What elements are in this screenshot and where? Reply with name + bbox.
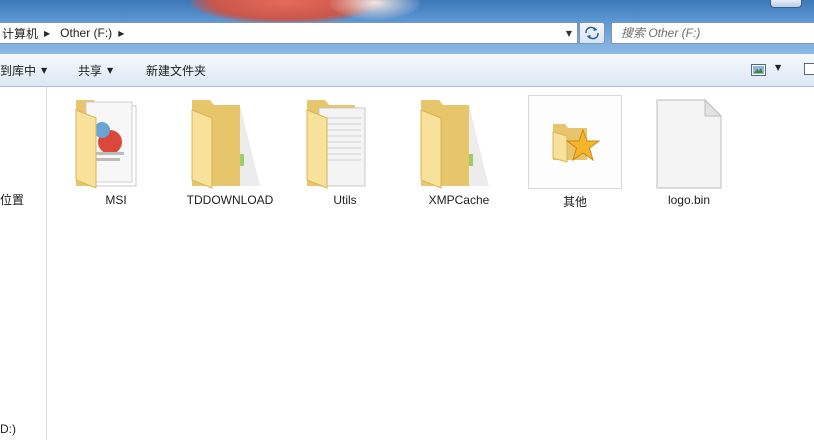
file-name: TDDOWNLOAD <box>186 193 274 207</box>
address-history-dropdown[interactable]: ▼ <box>561 23 577 43</box>
chevron-right-icon[interactable]: ▶ <box>118 29 124 38</box>
refresh-button[interactable] <box>579 22 605 44</box>
folder-with-documents-icon <box>75 100 137 189</box>
command-bar: 到库中 ▼ 共享 ▼ 新建文件夹 ▼ <box>0 54 814 87</box>
file-name: XMPCache <box>428 193 490 207</box>
view-icon <box>750 63 766 76</box>
nav-item-drive-d[interactable]: D:) <box>0 422 16 436</box>
change-view-button[interactable] <box>750 63 766 76</box>
chevron-down-icon: ▼ <box>565 28 573 38</box>
thumbnail-frame <box>528 95 622 189</box>
chevron-down-icon: ▼ <box>41 65 48 75</box>
navigation-pane[interactable]: 位置 D:) <box>0 87 47 440</box>
view-options-dropdown-icon[interactable]: ▼ <box>775 63 781 72</box>
folder-with-paper-icon <box>306 100 366 189</box>
folder-icon <box>420 100 489 189</box>
share-label: 共享 <box>78 63 103 78</box>
breadcrumb-label: Other (F:) <box>60 26 113 40</box>
breadcrumb-drive[interactable]: Other (F:) ▶ <box>58 23 132 43</box>
file-item-xmpcache[interactable]: XMPCache <box>410 94 508 212</box>
maximize-button[interactable] <box>770 0 802 8</box>
file-item-logo-bin[interactable]: logo.bin <box>640 94 738 212</box>
new-folder-button[interactable]: 新建文件夹 <box>146 54 206 86</box>
search-box[interactable] <box>611 22 814 44</box>
refresh-icon <box>585 26 599 40</box>
file-name: MSI <box>105 193 127 207</box>
file-name: Utils <box>333 193 357 207</box>
file-name: logo.bin <box>667 193 711 207</box>
file-name: 其他 <box>562 195 587 209</box>
breadcrumb-computer[interactable]: 计算机 ▶ <box>0 23 58 43</box>
share-button[interactable]: 共享 ▼ <box>78 54 113 86</box>
file-list[interactable]: MSI TDDOWNLOAD Utils XMPCache 其他 logo.bi… <box>48 88 814 440</box>
new-folder-label: 新建文件夹 <box>146 63 207 78</box>
include-in-library-label: 到库中 <box>0 63 37 78</box>
chevron-down-icon: ▼ <box>107 65 114 75</box>
preview-pane-button[interactable] <box>804 63 814 75</box>
file-item-other[interactable]: 其他 <box>526 94 624 212</box>
file-item-tddownload[interactable]: TDDOWNLOAD <box>181 94 279 212</box>
file-item-msi[interactable]: MSI <box>67 94 165 212</box>
include-in-library-button[interactable]: 到库中 ▼ <box>0 54 47 86</box>
folder-icon <box>191 100 260 189</box>
favorites-folder-star-icon <box>552 124 601 163</box>
search-input[interactable] <box>621 26 801 40</box>
file-item-utils[interactable]: Utils <box>296 94 394 212</box>
chevron-right-icon[interactable]: ▶ <box>44 29 50 38</box>
nav-item-location[interactable]: 位置 <box>0 191 24 208</box>
address-bar[interactable]: 计算机 ▶ Other (F:) ▶ ▼ <box>0 22 578 44</box>
breadcrumb-label: 计算机 <box>2 26 39 41</box>
blank-file-icon <box>656 98 723 189</box>
